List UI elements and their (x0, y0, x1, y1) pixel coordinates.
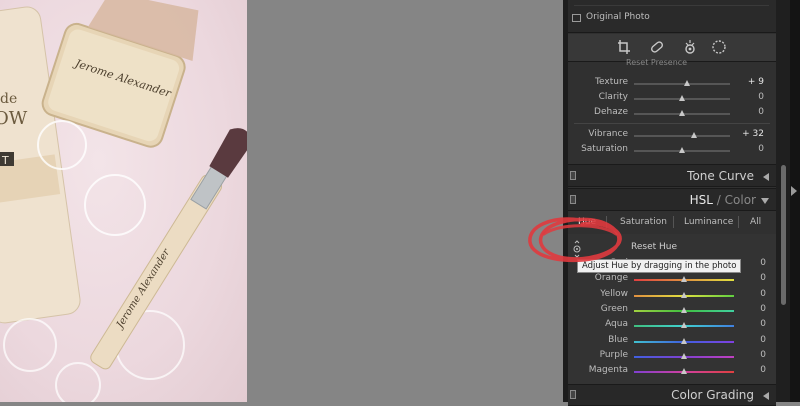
tube-text-2: OW (0, 108, 28, 129)
slider-label: Texture (595, 77, 628, 87)
hue-slider-value[interactable]: 0 (736, 273, 766, 283)
slider-track[interactable] (634, 135, 730, 137)
hue-slider-label: Yellow (600, 288, 628, 299)
reset-hue-button[interactable]: Reset Hue (631, 242, 677, 252)
tone-curve-header[interactable]: Tone Curve (568, 164, 776, 187)
panel-toggle-arrow-icon[interactable] (791, 186, 797, 196)
hsl-header[interactable]: HSL / Color (568, 188, 776, 211)
slider-knob[interactable] (684, 80, 690, 86)
original-photo-checkbox[interactable] (572, 14, 581, 22)
expand-down-icon (761, 198, 769, 204)
hue-slider-knob[interactable] (681, 368, 687, 375)
presence-reset-partial[interactable]: Reset Presence (626, 58, 687, 67)
presence-section: Reset Presence Texture + 9 Clarity 0 Dehaze 0… (568, 58, 776, 164)
slider-knob[interactable] (691, 132, 697, 138)
panel-switch-icon[interactable] (570, 195, 576, 204)
right-panel-toggle[interactable] (790, 0, 800, 402)
hue-slider-label: Orange (594, 273, 628, 284)
tone-curve-title: Tone Curve (687, 169, 754, 183)
hue-slider-label: Aqua (605, 319, 628, 330)
collapse-left-icon (763, 392, 769, 400)
slider-value[interactable]: + 9 (734, 77, 764, 87)
slider-value[interactable]: + 32 (734, 129, 764, 139)
makeup-brush-text: Jerome Alexander (114, 246, 173, 332)
hsl-title[interactable]: HSL (690, 193, 713, 207)
slider-label: Vibrance (588, 129, 628, 139)
hue-slider-knob[interactable] (681, 337, 687, 344)
cosmetics-photo: de OW T Jerome Alexander Jerome Alexande… (0, 0, 247, 402)
hue-slider-label: Blue (608, 334, 628, 345)
hue-slider-value[interactable]: 0 (736, 289, 766, 299)
slider-knob[interactable] (679, 110, 685, 116)
panel-switch-icon[interactable] (570, 171, 576, 180)
slider-label: Dehaze (594, 107, 628, 117)
color-grading-header[interactable]: Color Grading (568, 384, 776, 406)
healing-icon[interactable] (649, 40, 665, 54)
tube-text-3: T (1, 154, 9, 167)
develop-panel: Original Photo Reset Presence Texture + 9… (568, 0, 776, 406)
slider-value[interactable]: 0 (734, 107, 764, 117)
slider-value[interactable]: 0 (734, 92, 764, 102)
original-photo-label: Original Photo (586, 12, 650, 22)
crop-icon[interactable] (617, 39, 631, 55)
slider-knob[interactable] (679, 147, 685, 153)
hue-slider-knob[interactable] (681, 291, 687, 298)
collapse-left-icon (763, 173, 769, 181)
hue-slider-label: Magenta (588, 365, 628, 376)
hue-slider-knob[interactable] (681, 306, 687, 313)
panel-switch-icon[interactable] (570, 390, 576, 399)
slider-value[interactable]: 0 (734, 144, 764, 154)
hue-slider-label: Green (600, 303, 628, 314)
hue-slider-knob[interactable] (681, 352, 687, 359)
tab-all[interactable]: All (750, 217, 761, 227)
scrollbar-thumb[interactable] (781, 165, 786, 305)
hue-slider-value[interactable]: 0 (736, 319, 766, 329)
slider-label: Saturation (581, 144, 628, 154)
hue-slider-value[interactable]: 0 (736, 304, 766, 314)
color-title[interactable]: Color (725, 193, 756, 207)
hsl-separator: / (712, 193, 725, 207)
hue-slider-value[interactable]: 0 (736, 350, 766, 360)
hue-slider-knob[interactable] (681, 276, 687, 283)
slider-label: Clarity (598, 92, 628, 102)
hsl-title-group: HSL / Color (690, 193, 756, 207)
histogram-info: Original Photo (568, 0, 776, 33)
slider-knob[interactable] (679, 95, 685, 101)
canvas-background (247, 0, 563, 402)
hue-slider-label: Purple (599, 349, 628, 360)
section-divider (574, 123, 770, 124)
tab-luminance[interactable]: Luminance (684, 217, 733, 227)
hue-slider-value[interactable]: 0 (736, 365, 766, 375)
hue-slider-value[interactable]: 0 (736, 335, 766, 345)
slider-track[interactable] (634, 83, 730, 85)
masking-icon[interactable] (711, 39, 727, 55)
hue-slider-knob[interactable] (681, 322, 687, 329)
red-eye-icon[interactable] (682, 39, 698, 55)
tube-text-1: de (0, 91, 17, 107)
photo-preview[interactable]: de OW T Jerome Alexander Jerome Alexande… (0, 0, 247, 402)
red-annotation-circle (528, 217, 622, 262)
color-grading-title: Color Grading (671, 388, 754, 402)
